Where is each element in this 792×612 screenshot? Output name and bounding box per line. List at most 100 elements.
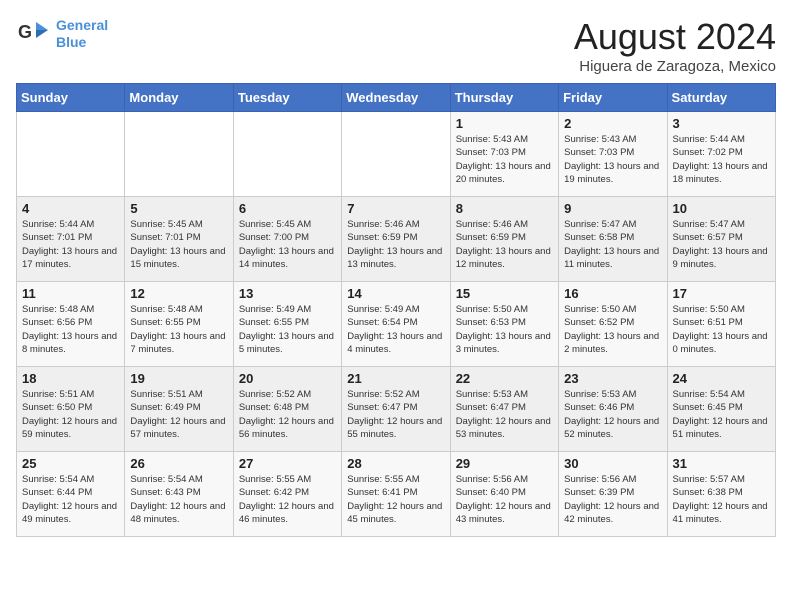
day-cell: 13 Sunrise: 5:49 AM Sunset: 6:55 PM Dayli… xyxy=(233,282,341,367)
header-row: SundayMondayTuesdayWednesdayThursdayFrid… xyxy=(17,84,776,112)
day-number: 5 xyxy=(130,201,227,216)
day-info: Sunrise: 5:46 AM Sunset: 6:59 PM Dayligh… xyxy=(347,218,444,271)
day-number: 17 xyxy=(673,286,770,301)
day-cell: 14 Sunrise: 5:49 AM Sunset: 6:54 PM Dayli… xyxy=(342,282,450,367)
day-info: Sunrise: 5:45 AM Sunset: 7:00 PM Dayligh… xyxy=(239,218,336,271)
day-number: 19 xyxy=(130,371,227,386)
col-header-saturday: Saturday xyxy=(667,84,775,112)
day-number: 13 xyxy=(239,286,336,301)
day-number: 2 xyxy=(564,116,661,131)
day-info: Sunrise: 5:50 AM Sunset: 6:51 PM Dayligh… xyxy=(673,303,770,356)
day-cell xyxy=(342,112,450,197)
day-info: Sunrise: 5:55 AM Sunset: 6:42 PM Dayligh… xyxy=(239,473,336,526)
day-cell xyxy=(125,112,233,197)
col-header-thursday: Thursday xyxy=(450,84,558,112)
day-cell: 5 Sunrise: 5:45 AM Sunset: 7:01 PM Daylig… xyxy=(125,197,233,282)
day-info: Sunrise: 5:52 AM Sunset: 6:48 PM Dayligh… xyxy=(239,388,336,441)
calendar-table: SundayMondayTuesdayWednesdayThursdayFrid… xyxy=(16,83,776,537)
day-info: Sunrise: 5:44 AM Sunset: 7:01 PM Dayligh… xyxy=(22,218,119,271)
day-info: Sunrise: 5:45 AM Sunset: 7:01 PM Dayligh… xyxy=(130,218,227,271)
logo-line1: General xyxy=(56,17,108,33)
day-cell: 21 Sunrise: 5:52 AM Sunset: 6:47 PM Dayli… xyxy=(342,367,450,452)
col-header-friday: Friday xyxy=(559,84,667,112)
day-number: 27 xyxy=(239,456,336,471)
day-info: Sunrise: 5:52 AM Sunset: 6:47 PM Dayligh… xyxy=(347,388,444,441)
day-number: 3 xyxy=(673,116,770,131)
day-info: Sunrise: 5:57 AM Sunset: 6:38 PM Dayligh… xyxy=(673,473,770,526)
day-info: Sunrise: 5:53 AM Sunset: 6:46 PM Dayligh… xyxy=(564,388,661,441)
day-cell: 17 Sunrise: 5:50 AM Sunset: 6:51 PM Dayli… xyxy=(667,282,775,367)
day-number: 8 xyxy=(456,201,553,216)
day-info: Sunrise: 5:48 AM Sunset: 6:56 PM Dayligh… xyxy=(22,303,119,356)
day-number: 30 xyxy=(564,456,661,471)
day-info: Sunrise: 5:49 AM Sunset: 6:55 PM Dayligh… xyxy=(239,303,336,356)
col-header-sunday: Sunday xyxy=(17,84,125,112)
day-cell: 1 Sunrise: 5:43 AM Sunset: 7:03 PM Daylig… xyxy=(450,112,558,197)
day-number: 16 xyxy=(564,286,661,301)
day-cell: 16 Sunrise: 5:50 AM Sunset: 6:52 PM Dayli… xyxy=(559,282,667,367)
day-number: 25 xyxy=(22,456,119,471)
day-info: Sunrise: 5:55 AM Sunset: 6:41 PM Dayligh… xyxy=(347,473,444,526)
day-cell xyxy=(233,112,341,197)
day-cell: 2Sunrise: 5:43 AM Sunset: 7:03 PM Daylig… xyxy=(559,112,667,197)
day-info: Sunrise: 5:51 AM Sunset: 6:50 PM Dayligh… xyxy=(22,388,119,441)
week-row-4: 18 Sunrise: 5:51 AM Sunset: 6:50 PM Dayli… xyxy=(17,367,776,452)
svg-text:G: G xyxy=(18,22,32,42)
logo-line2: Blue xyxy=(56,34,86,50)
day-info: Sunrise: 5:50 AM Sunset: 6:52 PM Dayligh… xyxy=(564,303,661,356)
day-cell: 20 Sunrise: 5:52 AM Sunset: 6:48 PM Dayli… xyxy=(233,367,341,452)
day-cell: 29Sunrise: 5:56 AM Sunset: 6:40 PM Dayli… xyxy=(450,452,558,537)
day-info: Sunrise: 5:54 AM Sunset: 6:45 PM Dayligh… xyxy=(673,388,770,441)
day-info: Sunrise: 5:54 AM Sunset: 6:43 PM Dayligh… xyxy=(130,473,227,526)
day-cell: 7 Sunrise: 5:46 AM Sunset: 6:59 PM Daylig… xyxy=(342,197,450,282)
day-cell: 11Sunrise: 5:48 AM Sunset: 6:56 PM Dayli… xyxy=(17,282,125,367)
day-cell: 26 Sunrise: 5:54 AM Sunset: 6:43 PM Dayli… xyxy=(125,452,233,537)
day-cell: 6Sunrise: 5:45 AM Sunset: 7:00 PM Daylig… xyxy=(233,197,341,282)
day-cell: 19 Sunrise: 5:51 AM Sunset: 6:49 PM Dayli… xyxy=(125,367,233,452)
day-cell: 10 Sunrise: 5:47 AM Sunset: 6:57 PM Dayli… xyxy=(667,197,775,282)
day-number: 15 xyxy=(456,286,553,301)
day-number: 22 xyxy=(456,371,553,386)
day-cell xyxy=(17,112,125,197)
col-header-tuesday: Tuesday xyxy=(233,84,341,112)
day-number: 14 xyxy=(347,286,444,301)
title-area: August 2024 Higuera de Zaragoza, Mexico xyxy=(574,16,776,75)
header: G General Blue August 2024 Higuera de Za… xyxy=(16,16,776,75)
week-row-1: 1 Sunrise: 5:43 AM Sunset: 7:03 PM Daylig… xyxy=(17,112,776,197)
day-info: Sunrise: 5:56 AM Sunset: 6:40 PM Dayligh… xyxy=(456,473,553,526)
day-cell: 27 Sunrise: 5:55 AM Sunset: 6:42 PM Dayli… xyxy=(233,452,341,537)
day-cell: 31 Sunrise: 5:57 AM Sunset: 6:38 PM Dayli… xyxy=(667,452,775,537)
logo-icon: G xyxy=(16,16,52,52)
day-number: 23 xyxy=(564,371,661,386)
day-number: 28 xyxy=(347,456,444,471)
col-header-wednesday: Wednesday xyxy=(342,84,450,112)
day-cell: 24Sunrise: 5:54 AM Sunset: 6:45 PM Dayli… xyxy=(667,367,775,452)
day-cell: 30Sunrise: 5:56 AM Sunset: 6:39 PM Dayli… xyxy=(559,452,667,537)
week-row-3: 11Sunrise: 5:48 AM Sunset: 6:56 PM Dayli… xyxy=(17,282,776,367)
day-number: 7 xyxy=(347,201,444,216)
day-info: Sunrise: 5:53 AM Sunset: 6:47 PM Dayligh… xyxy=(456,388,553,441)
day-info: Sunrise: 5:43 AM Sunset: 7:03 PM Dayligh… xyxy=(456,133,553,186)
day-info: Sunrise: 5:47 AM Sunset: 6:57 PM Dayligh… xyxy=(673,218,770,271)
day-number: 31 xyxy=(673,456,770,471)
day-info: Sunrise: 5:48 AM Sunset: 6:55 PM Dayligh… xyxy=(130,303,227,356)
day-number: 9 xyxy=(564,201,661,216)
logo: G General Blue xyxy=(16,16,108,52)
day-info: Sunrise: 5:51 AM Sunset: 6:49 PM Dayligh… xyxy=(130,388,227,441)
day-cell: 3Sunrise: 5:44 AM Sunset: 7:02 PM Daylig… xyxy=(667,112,775,197)
day-number: 26 xyxy=(130,456,227,471)
week-row-5: 25 Sunrise: 5:54 AM Sunset: 6:44 PM Dayli… xyxy=(17,452,776,537)
day-cell: 8 Sunrise: 5:46 AM Sunset: 6:59 PM Daylig… xyxy=(450,197,558,282)
day-info: Sunrise: 5:54 AM Sunset: 6:44 PM Dayligh… xyxy=(22,473,119,526)
day-cell: 15Sunrise: 5:50 AM Sunset: 6:53 PM Dayli… xyxy=(450,282,558,367)
day-number: 4 xyxy=(22,201,119,216)
logo-text: General Blue xyxy=(56,17,108,51)
day-number: 21 xyxy=(347,371,444,386)
day-info: Sunrise: 5:49 AM Sunset: 6:54 PM Dayligh… xyxy=(347,303,444,356)
day-number: 18 xyxy=(22,371,119,386)
day-number: 1 xyxy=(456,116,553,131)
day-info: Sunrise: 5:46 AM Sunset: 6:59 PM Dayligh… xyxy=(456,218,553,271)
day-info: Sunrise: 5:47 AM Sunset: 6:58 PM Dayligh… xyxy=(564,218,661,271)
day-number: 10 xyxy=(673,201,770,216)
day-number: 20 xyxy=(239,371,336,386)
